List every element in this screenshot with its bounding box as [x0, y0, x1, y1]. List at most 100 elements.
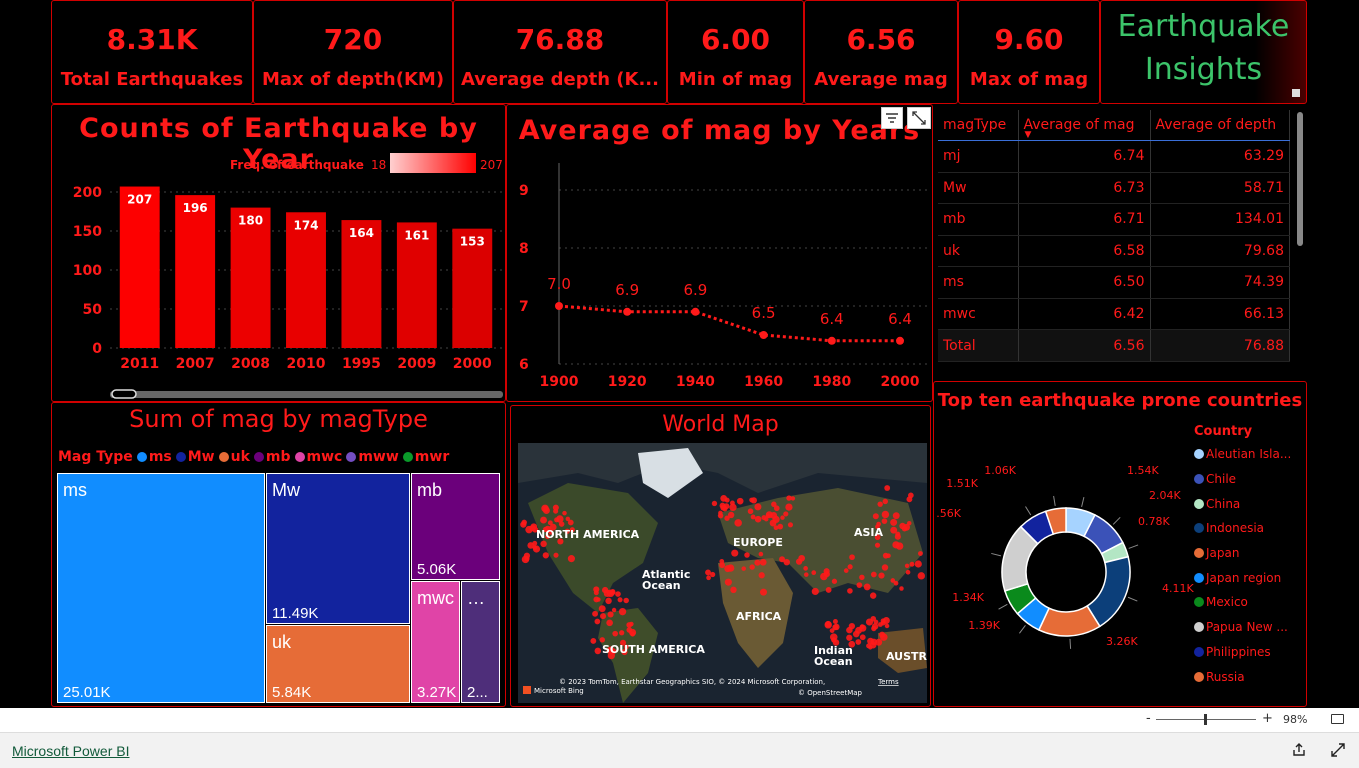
earthquake-marker[interactable] [592, 610, 599, 617]
donut-card[interactable]: Top ten earthquake prone countries 1.54K… [933, 381, 1307, 707]
earthquake-marker[interactable] [884, 623, 890, 629]
earthquake-marker[interactable] [731, 549, 739, 557]
treemap-card[interactable]: Sum of mag by magType Mag Type ms Mw uk mb m… [51, 402, 506, 707]
earthquake-marker[interactable] [881, 564, 889, 571]
col-header-avg-depth[interactable]: Average of depth [1150, 110, 1290, 141]
earthquake-marker[interactable] [749, 497, 755, 503]
earthquake-marker[interactable] [594, 618, 601, 625]
earthquake-marker[interactable] [532, 545, 541, 553]
earthquake-marker[interactable] [729, 500, 735, 506]
earthquake-marker[interactable] [540, 540, 547, 548]
resize-handle[interactable] [1292, 89, 1300, 97]
earthquake-marker[interactable] [527, 542, 535, 549]
earthquake-marker[interactable] [605, 597, 612, 605]
earthquake-marker[interactable] [899, 586, 904, 591]
earthquake-marker[interactable] [520, 521, 527, 528]
kpi-average-depth[interactable]: 76.88 Average depth (K... [453, 0, 667, 104]
earthquake-marker[interactable] [719, 562, 726, 569]
earthquake-marker[interactable] [824, 621, 832, 629]
earthquake-marker[interactable] [881, 518, 888, 524]
earthquake-marker[interactable] [629, 621, 634, 627]
earthquake-marker[interactable] [749, 564, 755, 570]
earthquake-marker[interactable] [867, 637, 874, 645]
earthquake-marker[interactable] [909, 561, 915, 567]
earthquake-marker[interactable] [882, 552, 889, 559]
legend-item[interactable]: Japan region [1194, 565, 1304, 590]
legend-item[interactable]: Mexico [1194, 590, 1304, 615]
earthquake-marker[interactable] [803, 566, 808, 571]
year-bar-chart-card[interactable]: Counts of Earthquake by Year Freq. of ea… [51, 104, 506, 402]
earthquake-marker[interactable] [758, 572, 765, 579]
legend-item[interactable]: Aleutian Isla... [1194, 442, 1304, 467]
earthquake-marker[interactable] [706, 575, 711, 581]
legend-item[interactable]: China [1194, 491, 1304, 516]
data-point[interactable] [623, 307, 632, 316]
earthquake-marker[interactable] [724, 497, 730, 503]
earthquake-marker[interactable] [917, 572, 925, 580]
earthquake-marker[interactable] [593, 590, 599, 596]
earthquake-marker[interactable] [914, 560, 922, 568]
earthquake-marker[interactable] [884, 485, 891, 491]
treemap-tile[interactable]: mb 5.06K [411, 473, 500, 580]
earthquake-marker[interactable] [890, 578, 896, 583]
earthquake-marker[interactable] [872, 513, 879, 520]
bar[interactable] [175, 195, 216, 348]
legend-item[interactable]: mwc [307, 449, 343, 465]
scrollbar-track[interactable] [110, 391, 503, 398]
earthquake-marker[interactable] [759, 588, 767, 596]
table-row[interactable]: Mw 6.73 58.71 [938, 172, 1290, 204]
legend-item[interactable]: Russia [1194, 664, 1304, 689]
earthquake-marker[interactable] [843, 568, 849, 573]
earthquake-marker[interactable] [904, 563, 910, 569]
earthquake-marker[interactable] [771, 501, 777, 508]
earthquake-marker[interactable] [717, 512, 724, 519]
earthquake-marker[interactable] [870, 571, 877, 578]
col-header-magtype[interactable]: magType [938, 110, 1019, 141]
data-point[interactable] [827, 336, 836, 345]
col-header-avg-mag[interactable]: Average of mag ▼ [1018, 110, 1151, 141]
earthquake-marker[interactable] [795, 558, 803, 565]
earthquake-marker[interactable] [783, 511, 789, 517]
earthquake-marker[interactable] [871, 625, 877, 632]
earthquake-marker[interactable] [856, 582, 863, 588]
earthquake-marker[interactable] [600, 613, 607, 620]
legend-item[interactable]: ms [149, 449, 172, 465]
earthquake-marker[interactable] [847, 588, 853, 594]
kpi-average-mag[interactable]: 6.56 Average mag [804, 0, 958, 104]
legend-item[interactable]: Indonesia [1194, 516, 1304, 541]
earthquake-marker[interactable] [908, 492, 914, 499]
share-icon[interactable] [1291, 742, 1307, 758]
earthquake-marker[interactable] [599, 637, 606, 643]
earthquake-marker[interactable] [734, 519, 742, 527]
zoom-slider[interactable] [1156, 714, 1256, 725]
earthquake-marker[interactable] [880, 633, 888, 641]
earthquake-marker[interactable] [741, 566, 746, 571]
legend-item[interactable]: Mw [188, 449, 215, 465]
earthquake-marker[interactable] [598, 605, 606, 613]
earthquake-marker[interactable] [553, 508, 559, 514]
mag-line-chart-card[interactable]: Average of mag by Years 6 7 8 9 1900 1920 1940… [506, 104, 933, 402]
fit-page-icon[interactable] [1331, 714, 1344, 724]
earthquake-marker[interactable] [711, 500, 718, 507]
earthquake-marker[interactable] [859, 624, 865, 630]
legend-item[interactable]: Japan [1194, 541, 1304, 566]
earthquake-marker[interactable] [863, 583, 871, 591]
earthquake-marker[interactable] [874, 542, 881, 548]
earthquake-marker[interactable] [878, 572, 885, 579]
data-point[interactable] [691, 307, 700, 316]
earthquake-marker[interactable] [905, 569, 911, 575]
zoom-slider-thumb[interactable] [1204, 714, 1207, 725]
earthquake-marker[interactable] [611, 607, 617, 613]
earthquake-marker[interactable] [754, 559, 761, 566]
earthquake-marker[interactable] [542, 552, 549, 559]
earthquake-marker[interactable] [723, 503, 730, 510]
earthquake-marker[interactable] [606, 589, 615, 598]
powerbi-link[interactable]: Microsoft Power BI [12, 743, 129, 759]
earthquake-marker[interactable] [623, 597, 629, 604]
earthquake-marker[interactable] [855, 639, 862, 645]
treemap-tile[interactable]: uk 5.84K [266, 625, 410, 703]
earthquake-marker[interactable] [607, 611, 614, 618]
bar[interactable] [286, 212, 326, 348]
earthquake-marker[interactable] [890, 518, 898, 526]
earthquake-marker[interactable] [772, 515, 780, 523]
